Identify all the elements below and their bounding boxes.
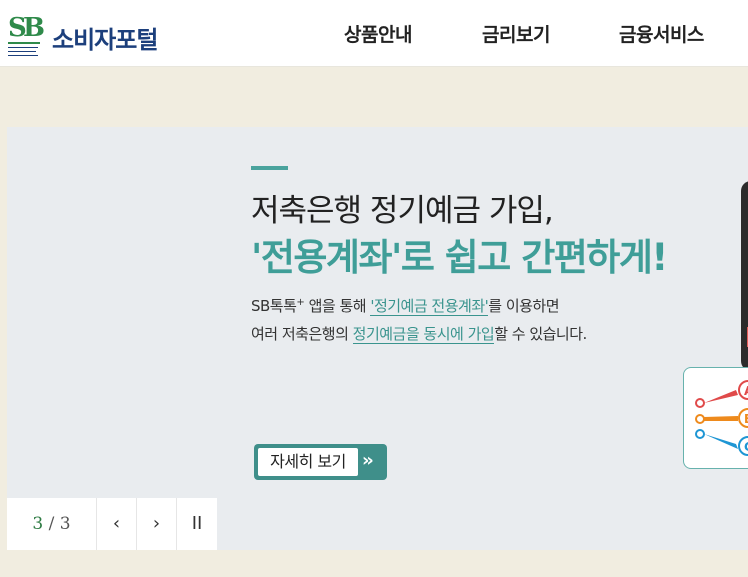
- chevron-left-icon: ‹: [112, 513, 121, 534]
- double-chevron-right-icon: ››: [362, 450, 374, 471]
- accent-bar: [251, 166, 288, 170]
- slider-controls: 3 / 3 ‹ › II: [7, 498, 217, 550]
- slide-description-line1: SB톡톡+ 앱을 통해 '정기예금 전용계좌'를 이용하면: [251, 295, 560, 316]
- desc1-mid: 앱을 통해: [304, 297, 371, 315]
- nav-financial-services[interactable]: 금융서비스: [619, 20, 704, 47]
- view-details-button[interactable]: 자세히 보기 ››: [254, 444, 387, 480]
- desc2-post: 할 수 있습니다.: [494, 325, 587, 343]
- desc2-highlight: 정기예금을 동시에 가입: [352, 325, 495, 344]
- svg-text:B: B: [23, 13, 44, 43]
- sb-logo-icon: S B: [8, 13, 44, 56]
- chevron-right-icon: ›: [152, 513, 161, 534]
- counter-separator: /: [43, 514, 60, 534]
- option-c-label: C: [744, 440, 748, 454]
- logo-text: 소비자포털: [52, 26, 158, 54]
- pause-icon: II: [191, 513, 203, 534]
- option-a-label: A: [744, 384, 748, 398]
- nav-products[interactable]: 상품안내: [344, 20, 412, 47]
- app-name: SB톡톡: [251, 297, 297, 315]
- total-slides: 3: [59, 514, 71, 534]
- desc2-pre: 여러 저축은행의: [251, 325, 353, 343]
- logo[interactable]: S B 소비자포털: [8, 8, 168, 60]
- view-details-label: 자세히 보기: [258, 448, 358, 476]
- slide-title-line1: 저축은행 정기예금 가입,: [251, 193, 554, 229]
- slide-counter: 3 / 3: [7, 498, 97, 550]
- desc1-highlight: '정기예금 전용계좌': [370, 297, 489, 316]
- abc-options-icon: A B C: [695, 380, 748, 456]
- abc-options-illustration: A B C: [683, 367, 748, 469]
- nav-rates[interactable]: 금리보기: [482, 20, 550, 47]
- current-slide: 3: [32, 514, 44, 534]
- next-slide-button[interactable]: ›: [137, 498, 177, 550]
- desc1-post: 를 이용하면: [488, 297, 560, 315]
- site-header: S B 소비자포털 상품안내 금리보기 금융서비스: [0, 0, 748, 67]
- slide-description-line2: 여러 저축은행의 정기예금을 동시에 가입할 수 있습니다.: [251, 323, 587, 344]
- slide-title-line2: '전용계좌'로 쉽고 간편하게!: [251, 236, 668, 279]
- prev-slide-button[interactable]: ‹: [97, 498, 137, 550]
- hero-slide: 저축은행 정기예금 가입, '전용계좌'로 쉽고 간편하게! SB톡톡+ 앱을 …: [7, 127, 748, 550]
- pause-slide-button[interactable]: II: [177, 498, 217, 550]
- option-b-label: B: [744, 412, 748, 426]
